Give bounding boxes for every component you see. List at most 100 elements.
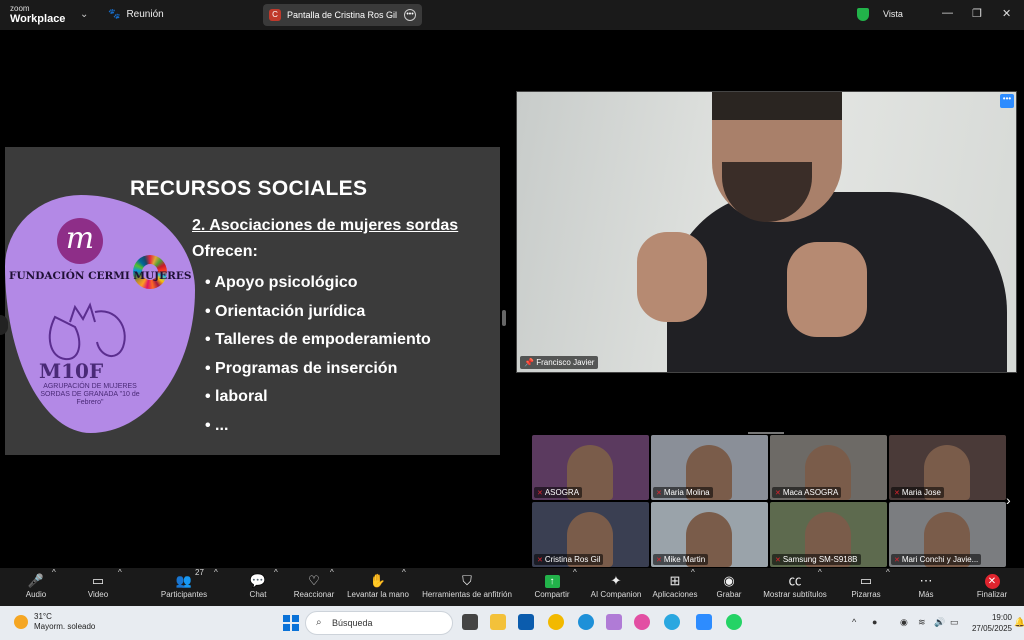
sharer-avatar: C <box>269 9 281 21</box>
tray-overflow-icon[interactable]: ^ <box>852 617 856 627</box>
participant-tile[interactable]: Samsung SM-S918B <box>770 502 887 567</box>
copilot-icon[interactable] <box>634 614 650 630</box>
view-button[interactable]: Vista <box>883 9 903 19</box>
minimize-icon[interactable]: — <box>942 7 953 19</box>
audio-options-caret[interactable]: ^ <box>52 568 56 606</box>
react-options-caret[interactable]: ^ <box>330 568 334 606</box>
captions-options-caret[interactable]: ^ <box>818 568 822 606</box>
security-shield-icon[interactable] <box>857 8 869 21</box>
video-options-icon[interactable]: ••• <box>1000 94 1014 108</box>
chevron-down-icon[interactable]: ⌄ <box>80 9 88 20</box>
task-view-icon[interactable] <box>462 614 478 630</box>
notifications-icon[interactable]: 🔔 <box>1014 617 1024 628</box>
org-name: FUNDACIÓN CERMI MUJERES <box>9 270 192 282</box>
video-options-caret[interactable]: ^ <box>118 568 122 606</box>
share-options-caret[interactable]: ^ <box>573 568 577 606</box>
file-explorer-icon[interactable] <box>490 614 506 630</box>
participant-name: Maria Jose <box>891 487 944 498</box>
participant-tile[interactable]: Mike Martin <box>651 502 768 567</box>
zoom-tray-icon[interactable]: ◉ <box>900 617 908 628</box>
record-button[interactable]: ◉ Grabar <box>714 568 744 606</box>
react-label: Reaccionar <box>293 590 335 599</box>
video-label: Video <box>87 590 109 599</box>
more-button[interactable]: ⋯ Más <box>912 568 940 606</box>
audio-label: Audio <box>25 590 47 599</box>
whiteboards-options-caret[interactable]: ^ <box>886 568 890 606</box>
battery-icon[interactable]: ▭ <box>950 617 959 628</box>
chat-button[interactable]: 💬 Chat <box>244 568 272 606</box>
paint-icon[interactable] <box>606 614 622 630</box>
windows-start-icon[interactable] <box>283 615 299 631</box>
split-view-resize-handle[interactable] <box>502 310 506 326</box>
record-icon: ◉ <box>723 573 735 588</box>
participant-tile[interactable]: Maria Jose <box>889 435 1006 500</box>
share-label: Compartir <box>534 590 570 599</box>
chrome-icon[interactable] <box>548 614 564 630</box>
screen-share-indicator[interactable]: C Pantalla de Cristina Ros Gil ••• <box>263 4 422 26</box>
participant-name: Maca ASOGRA <box>772 487 842 498</box>
weather-widget[interactable]: 31°C Mayorm. soleado <box>14 612 95 632</box>
video-button[interactable]: ▭ Video <box>82 568 114 606</box>
sun-icon <box>14 615 28 629</box>
zoom-logo: zoom Workplace <box>10 4 66 25</box>
slide-title: RECURSOS SOCIALES <box>130 177 368 200</box>
search-placeholder: Búsqueda <box>332 618 373 628</box>
participant-name: ASOGRA <box>534 487 583 498</box>
ai-companion-label: AI Companion <box>590 590 642 599</box>
close-icon[interactable]: ✕ <box>1002 7 1011 20</box>
ai-companion-button[interactable]: ✦ AI Companion <box>588 568 644 606</box>
edge-icon[interactable] <box>578 614 594 630</box>
slide-bullets: Apoyo psicológico Orientación jurídica T… <box>205 269 431 440</box>
end-meeting-button[interactable]: ✕ Finalizar <box>972 568 1012 606</box>
clock-date: 27/05/2025 <box>971 624 1012 633</box>
chat-options-caret[interactable]: ^ <box>274 568 278 606</box>
wifi-icon[interactable]: ≋ <box>918 617 926 628</box>
bullet-item: Talleres de empoderamiento <box>205 326 431 355</box>
speaker-name-tag: 📌 Francisco Javier <box>520 356 599 369</box>
whiteboards-button[interactable]: ▭ Pizarras <box>848 568 884 606</box>
gallery-next-icon[interactable]: › <box>1006 492 1011 508</box>
taskbar-search[interactable]: ⌕ Búsqueda <box>305 611 453 635</box>
host-tools-label: Herramientas de anfitrión <box>422 590 512 599</box>
whiteboard-icon: ▭ <box>859 573 873 588</box>
participant-name: Mari Conchi y Javie... <box>891 554 982 565</box>
search-icon: ⌕ <box>316 617 322 628</box>
participants-options-caret[interactable]: ^ <box>214 568 218 606</box>
slide-subtitle: 2. Asociaciones de mujeres sordas <box>192 217 459 234</box>
shield-icon: ⛉ <box>462 573 472 588</box>
participant-name: Mike Martin <box>653 554 709 565</box>
gallery-resize-handle[interactable] <box>748 432 784 434</box>
participant-tile[interactable]: ASOGRA <box>532 435 649 500</box>
speaker-name: Francisco Javier <box>536 358 595 367</box>
meeting-label: Reunión <box>126 9 164 20</box>
windows-taskbar: 31°C Mayorm. soleado ⌕ Búsqueda ^ ● ◉ ≋ … <box>0 606 1024 640</box>
weather-desc: Mayorm. soleado <box>34 622 96 631</box>
meeting-info-button[interactable]: 🐾 Reunión <box>108 9 164 20</box>
audio-button[interactable]: 🎤 Audio <box>18 568 54 606</box>
share-button[interactable]: ↑ Compartir <box>532 568 572 606</box>
shared-slide: m FUNDACIÓN CERMI MUJERES M10F AGRUPACIÓ… <box>5 147 500 455</box>
speaker-hand-left <box>637 232 707 322</box>
zoom-app-icon[interactable] <box>696 614 712 630</box>
brand-bottom: Workplace <box>10 13 66 25</box>
store-icon[interactable] <box>518 614 534 630</box>
taskbar-clock[interactable]: 19:00 27/05/2025 <box>968 612 1012 634</box>
participant-tile[interactable]: Cristina Ros Gil <box>532 502 649 567</box>
more-options-icon[interactable]: ••• <box>404 9 416 21</box>
raise-hand-options-caret[interactable]: ^ <box>402 568 406 606</box>
mic-muted-icon: 🎤 <box>27 573 45 588</box>
participant-tile[interactable]: Maca ASOGRA <box>770 435 887 500</box>
bullet-item: Orientación jurídica <box>205 298 431 327</box>
tray-app-icon[interactable]: ● <box>872 617 877 627</box>
participant-tile[interactable]: Mari Conchi y Javie... <box>889 502 1006 567</box>
apps-options-caret[interactable]: ^ <box>691 568 695 606</box>
participant-gallery: ASOGRA Maria Molina Maca ASOGRA Maria Jose C… <box>532 435 1006 568</box>
meeting-toolbar: 🎤 Audio ^ ▭ Video ^ 👥 Participantes 27 ^ 💬 C… <box>0 568 1024 606</box>
restore-icon[interactable]: ❐ <box>972 7 982 20</box>
active-speaker-video[interactable]: ••• 📌 Francisco Javier <box>516 91 1017 373</box>
host-tools-button[interactable]: ⛉ Herramientas de anfitrión <box>418 568 516 606</box>
whatsapp-icon[interactable] <box>726 614 742 630</box>
volume-icon[interactable]: 🔊 <box>934 617 945 628</box>
telegram-icon[interactable] <box>664 614 680 630</box>
participant-tile[interactable]: Maria Molina <box>651 435 768 500</box>
